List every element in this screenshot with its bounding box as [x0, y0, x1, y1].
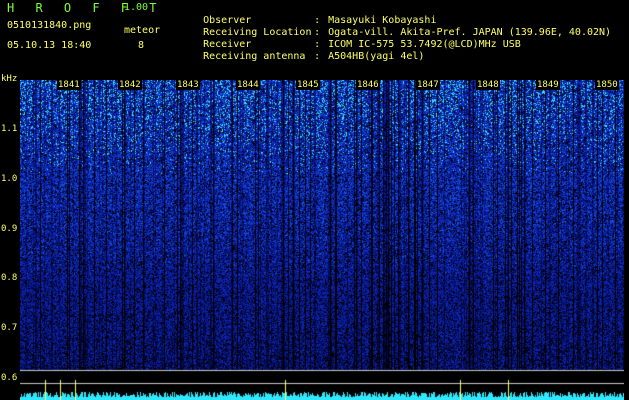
time-tick-label: 1850 [595, 80, 619, 90]
y-tick-label: 0.8 [1, 273, 18, 283]
time-tick-label: 1843 [176, 80, 200, 90]
info-value: A504HB(yagi 4el) [328, 51, 425, 62]
file-datetime: 05.10.13 18:40 [7, 40, 92, 51]
time-tick-label: 1847 [416, 80, 440, 90]
file-name: 0510131840.png [7, 20, 92, 31]
meteor-count: 8 [138, 40, 145, 51]
time-tick-label: 1844 [236, 80, 260, 90]
app-version: 1.00 [124, 2, 149, 13]
y-tick-label: 1.0 [1, 174, 18, 184]
y-axis-unit: kHz [1, 74, 18, 84]
time-tick-label: 1849 [536, 80, 560, 90]
time-tick-label: 1848 [476, 80, 500, 90]
y-tick-label: 0.7 [1, 323, 18, 333]
y-tick-label: 0.9 [1, 224, 18, 234]
time-tick-label: 1845 [296, 80, 320, 90]
meteor-label: meteor [124, 25, 161, 36]
y-tick-label: 1.1 [1, 124, 18, 134]
time-tick-label: 1841 [57, 80, 81, 90]
time-tick-label: 1846 [356, 80, 380, 90]
info-row-antenna: Receiving antenna: A504HB(yagi 4el) [179, 40, 424, 73]
info-label: Receiving antenna [203, 51, 306, 62]
time-tick-label: 1842 [118, 80, 142, 90]
y-tick-label: 0.6 [1, 373, 18, 383]
header-panel: H R O F F T 1.00 0510131840.png 05.10.13… [0, 0, 629, 76]
info-separator: : [314, 51, 321, 62]
spectrogram-canvas [20, 80, 624, 400]
